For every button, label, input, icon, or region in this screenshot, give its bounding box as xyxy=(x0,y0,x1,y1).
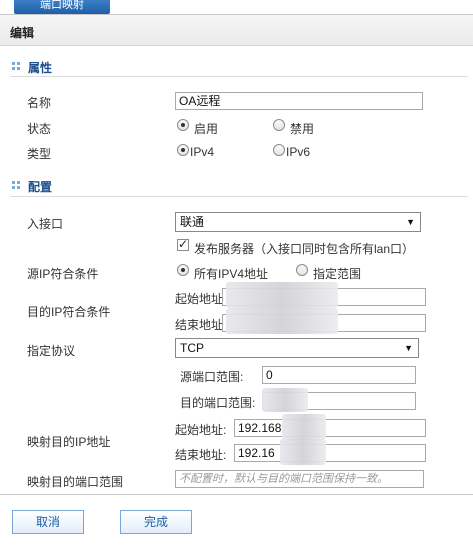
dropdown-arrow-icon: ▼ xyxy=(404,343,413,353)
redacted-area xyxy=(226,308,338,334)
map-port-label: 映射目的端口范围 xyxy=(27,475,124,489)
src-ip-range-label: 指定范围 xyxy=(313,267,362,281)
footer-divider xyxy=(0,494,473,495)
redacted-area xyxy=(226,282,338,308)
protocol-select-value: TCP xyxy=(180,341,204,355)
protocol-label: 指定协议 xyxy=(27,344,76,358)
status-enable-label: 启用 xyxy=(194,122,219,136)
dst-end-addr-label: 结束地址 xyxy=(175,318,224,332)
src-ip-label: 源IP符合条件 xyxy=(27,267,99,281)
section-divider xyxy=(10,196,468,197)
type-ipv4-label: IPv4 xyxy=(190,145,215,159)
dst-ip-label: 目的IP符合条件 xyxy=(27,305,111,319)
src-ip-all-radio[interactable] xyxy=(177,264,189,276)
type-label: 类型 xyxy=(27,147,52,161)
name-label: 名称 xyxy=(27,96,52,110)
tab-bar: 端口映射 xyxy=(0,0,473,14)
edit-header: 编辑 xyxy=(0,14,473,46)
status-enable-radio[interactable] xyxy=(177,119,189,131)
form-content: 属性 名称 OA远程 状态 启用 禁用 类型 IPv4 IPv6 配置 入接口 … xyxy=(0,46,473,560)
type-ipv4-radio[interactable] xyxy=(177,144,189,156)
type-ipv6-radio[interactable] xyxy=(273,144,285,156)
map-start-label: 起始地址: xyxy=(175,423,227,437)
cancel-button[interactable]: 取消 xyxy=(12,510,84,534)
map-end-label: 结束地址: xyxy=(175,448,227,462)
dst-port-range-label: 目的端口范围: xyxy=(180,396,256,410)
src-ip-range-radio[interactable] xyxy=(296,264,308,276)
map-end-input[interactable]: 192.16 xyxy=(234,444,426,462)
section-dots-icon xyxy=(12,181,22,191)
redacted-area xyxy=(280,439,326,465)
publish-server-label: 发布服务器（入接口同时包含所有lan口） xyxy=(194,242,415,256)
map-start-input[interactable]: 192.168 xyxy=(234,419,426,437)
ingress-select[interactable]: 联通 ▼ xyxy=(175,212,421,232)
dropdown-arrow-icon: ▼ xyxy=(406,217,415,227)
src-port-range-label: 源端口范围: xyxy=(180,370,244,384)
name-input[interactable]: OA远程 xyxy=(175,92,423,110)
redacted-area xyxy=(282,414,326,440)
section-divider xyxy=(10,76,468,77)
done-button[interactable]: 完成 xyxy=(120,510,192,534)
status-disable-radio[interactable] xyxy=(273,119,285,131)
section-config-title: 配置 xyxy=(28,180,53,194)
ingress-select-value: 联通 xyxy=(180,215,205,229)
section-dots-icon xyxy=(12,62,22,72)
type-ipv6-label: IPv6 xyxy=(286,145,311,159)
src-port-range-input[interactable]: 0 xyxy=(262,366,416,384)
protocol-select[interactable]: TCP ▼ xyxy=(175,338,419,358)
status-disable-label: 禁用 xyxy=(290,122,315,136)
ingress-label: 入接口 xyxy=(27,217,64,231)
publish-server-checkbox[interactable] xyxy=(177,237,189,251)
dst-start-addr-label: 起始地址 xyxy=(175,292,224,306)
map-port-input[interactable]: 不配置时，默认与目的端口范围保持一致。 xyxy=(175,470,424,488)
edit-title: 编辑 xyxy=(10,26,35,40)
section-attributes-title: 属性 xyxy=(28,61,53,75)
src-ip-all-label: 所有IPV4地址 xyxy=(194,267,269,281)
redacted-area xyxy=(262,388,308,412)
tab-port-mapping[interactable]: 端口映射 xyxy=(14,0,110,14)
status-label: 状态 xyxy=(27,122,52,136)
map-ip-label: 映射目的IP地址 xyxy=(27,435,111,449)
